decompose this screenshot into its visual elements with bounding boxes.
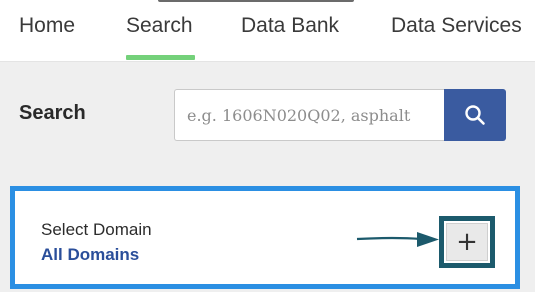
- callout-arrow-icon: [356, 232, 439, 247]
- top-nav: Home Search Data Bank Data Services: [0, 0, 535, 62]
- nav-tab-data-services[interactable]: Data Services: [391, 14, 522, 38]
- cropped-top-strip: [0, 0, 535, 6]
- active-tab-indicator: [126, 55, 195, 60]
- nav-tab-home[interactable]: Home: [19, 14, 75, 38]
- nav-tab-data-bank[interactable]: Data Bank: [241, 14, 339, 38]
- select-domain-title: Select Domain: [41, 220, 152, 239]
- search-icon: [465, 105, 485, 125]
- page: Home Search Data Bank Data Services Sear…: [0, 0, 535, 292]
- cropped-top-element: [158, 0, 354, 2]
- add-domain-button[interactable]: +: [446, 223, 488, 261]
- nav-tab-search[interactable]: Search: [126, 14, 193, 38]
- search-button[interactable]: [444, 89, 506, 141]
- selected-domain-value: All Domains: [41, 245, 140, 264]
- search-input[interactable]: [174, 89, 444, 141]
- search-label: Search: [19, 102, 86, 124]
